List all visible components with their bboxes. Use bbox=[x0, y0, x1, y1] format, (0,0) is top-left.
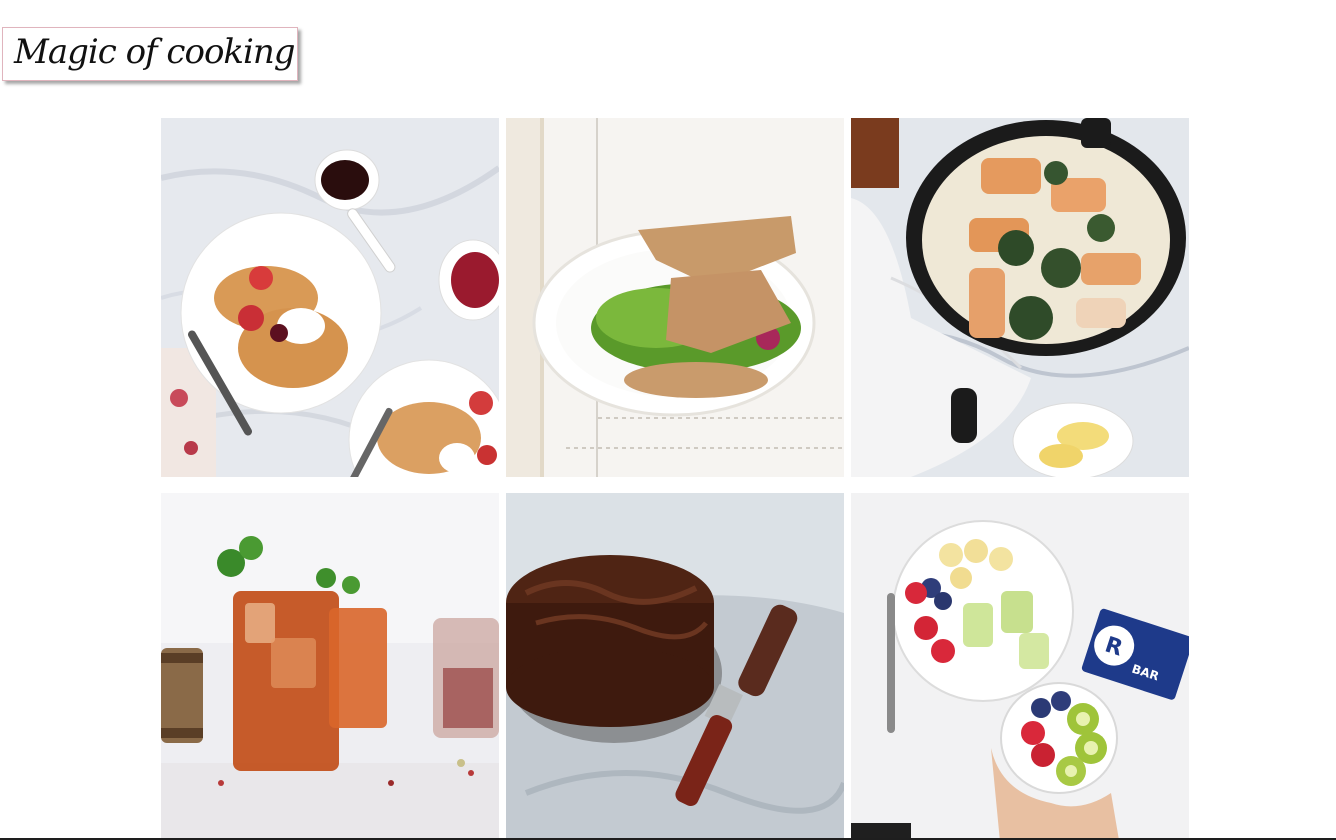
iced-tea-image bbox=[161, 493, 499, 840]
site-logo[interactable]: Magic of cooking bbox=[2, 27, 298, 81]
gallery-photo-iced-tea[interactable] bbox=[161, 493, 499, 840]
gallery-photo-salmon[interactable] bbox=[851, 118, 1189, 477]
crepe-image bbox=[506, 118, 844, 477]
gallery-photo-crepe[interactable] bbox=[506, 118, 844, 477]
gallery-photo-pancakes[interactable] bbox=[161, 118, 499, 477]
pancakes-image bbox=[161, 118, 499, 477]
gallery-photo-chocolate-cake[interactable] bbox=[506, 493, 844, 840]
salmon-image bbox=[851, 118, 1189, 477]
chocolate-cake-image bbox=[506, 493, 844, 840]
gallery-photo-fruit-bowls[interactable]: R BAR bbox=[851, 493, 1189, 840]
logo-title: Magic of cooking bbox=[14, 32, 296, 72]
fruit-bowls-image: R BAR bbox=[851, 493, 1189, 840]
